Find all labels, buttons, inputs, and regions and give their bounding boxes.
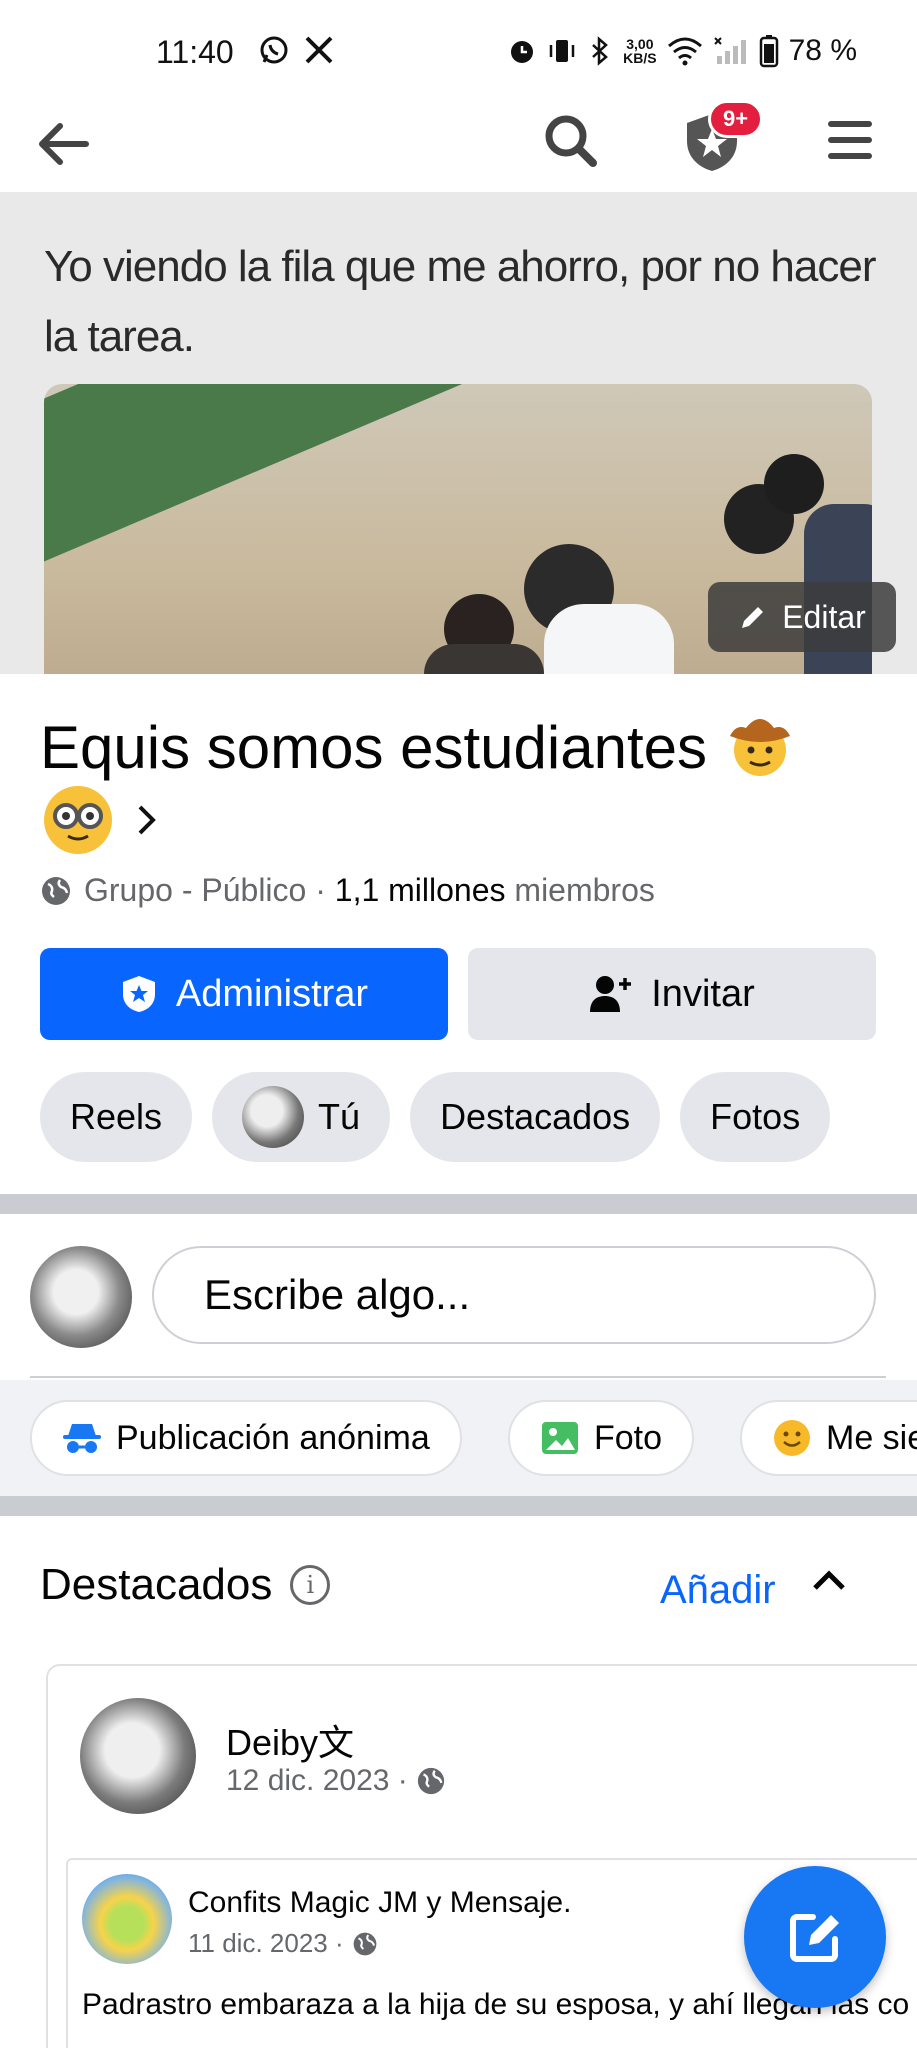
divider [30, 1376, 886, 1378]
add-featured-link[interactable]: Añadir [660, 1568, 776, 1613]
cover-photo[interactable]: Yo viendo la fila que me ahorro, por no … [0, 192, 917, 674]
post-author[interactable]: Deiby文 [226, 1714, 354, 1766]
group-tabs: Reels Tú Destacados Fotos [40, 1072, 831, 1162]
search-button[interactable] [536, 106, 604, 174]
back-button[interactable] [28, 110, 96, 178]
section-divider [0, 1194, 917, 1214]
group-title[interactable]: Equis somos estudiantes [40, 708, 870, 786]
invite-button[interactable]: Invitar [468, 948, 876, 1040]
edit-cover-button[interactable]: Editar [708, 582, 896, 652]
search-icon [545, 115, 597, 167]
member-label: miembros [505, 872, 655, 908]
globe-icon [353, 1932, 376, 1955]
shared-post-author[interactable]: Confits Magic JM y Mensaje. [188, 1886, 571, 1920]
member-count[interactable]: 1,1 millones [335, 872, 506, 908]
incognito-icon [63, 1424, 101, 1453]
avatar[interactable] [30, 1246, 132, 1348]
avatar[interactable] [82, 1874, 172, 1964]
menu-button[interactable] [816, 106, 884, 174]
status-system-icons: 3,00 KB/S 78 % [507, 34, 857, 68]
manage-button[interactable]: Administrar [40, 948, 448, 1040]
vibrate-icon [549, 40, 575, 62]
hamburger-menu-icon [828, 121, 872, 159]
photo-icon [542, 1422, 578, 1454]
tab-photos[interactable]: Fotos [680, 1072, 831, 1162]
x-icon [305, 36, 333, 64]
anonymous-post-button[interactable]: Publicación anónima [30, 1400, 462, 1476]
app-bar [0, 100, 917, 192]
status-notification-icons [258, 34, 334, 66]
globe-icon [42, 876, 70, 905]
tab-you[interactable]: Tú [212, 1072, 391, 1162]
post-composer-input[interactable]: Escribe algo... [152, 1246, 876, 1344]
group-title-line2[interactable] [40, 782, 158, 858]
cell-signal-icon [713, 37, 746, 64]
section-divider [0, 1496, 917, 1516]
cover-caption: Yo viendo la fila que me ahorro, por no … [44, 242, 877, 361]
photo-button[interactable]: Foto [508, 1400, 695, 1476]
tab-reels[interactable]: Reels [40, 1072, 193, 1162]
battery-percent: 78 % [788, 34, 857, 67]
globe-icon [417, 1767, 444, 1795]
post-date: 12 dic. 2023 · [226, 1764, 446, 1798]
avatar [242, 1086, 305, 1148]
edit-square-icon [790, 1914, 839, 1962]
group-meta: Grupo - Público · 1,1 millones miembros [40, 872, 655, 909]
chevron-up-icon [813, 1570, 845, 1590]
smiley-icon [774, 1420, 810, 1456]
alarm-icon [511, 41, 534, 63]
avatar[interactable] [80, 1698, 196, 1814]
whatsapp-icon [260, 36, 288, 64]
cowboy-emoji-icon [729, 719, 790, 776]
add-person-icon [590, 976, 632, 1012]
compose-post-button[interactable] [744, 1866, 886, 2008]
shield-star-icon [122, 976, 155, 1012]
manage-label: Administrar [175, 972, 369, 1015]
status-time: 11:40 [156, 34, 234, 70]
feeling-button[interactable]: Me sie [740, 1400, 917, 1476]
invite-label: Invitar [651, 972, 755, 1015]
status-bar: 11:40 3,00 KB/S 78 % [0, 0, 917, 100]
group-privacy: Grupo - Público · [84, 872, 335, 908]
edit-label: Editar [782, 598, 866, 635]
tab-featured[interactable]: Destacados [410, 1072, 661, 1162]
pencil-icon [742, 607, 764, 628]
wifi-icon [667, 37, 702, 66]
shared-post-date: 11 dic. 2023 · [188, 1928, 378, 1959]
notification-badge: 9+ [708, 100, 764, 138]
featured-heading: Destacados i [40, 1560, 331, 1610]
nerd-emoji-icon [44, 786, 112, 854]
arrow-left-icon [39, 123, 89, 165]
chevron-right-icon [138, 805, 156, 835]
bluetooth-icon [592, 36, 609, 66]
group-name: Equis somos estudiantes [40, 714, 708, 781]
info-icon[interactable]: i [290, 1565, 331, 1605]
featured-title: Destacados [40, 1560, 273, 1609]
battery-icon [759, 35, 778, 68]
collapse-button[interactable] [812, 1568, 846, 1597]
network-speed: 3,00 KB/S [623, 36, 657, 66]
composer-actions: Publicación anónima Foto Me sie [0, 1380, 917, 1496]
